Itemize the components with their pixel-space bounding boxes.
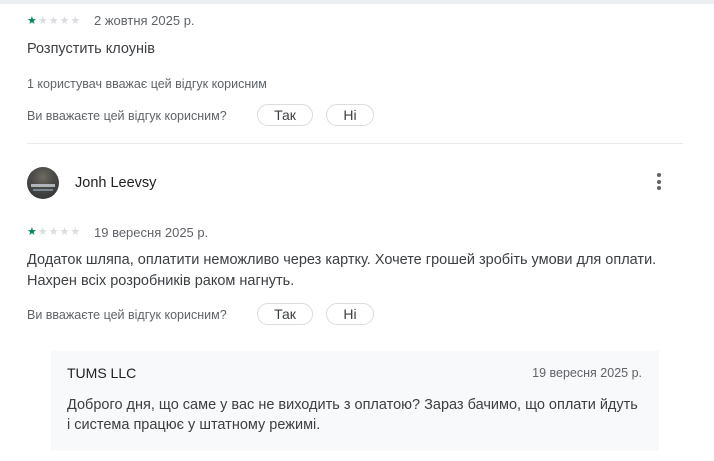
more-vert-icon[interactable] — [650, 173, 668, 193]
star-empty-icon: ★ — [37, 15, 48, 27]
helpful-question: Ви вважаєте цей відгук корисним? — [27, 109, 227, 123]
rating-stars: ★ ★ ★ ★ ★ — [27, 15, 80, 27]
star-empty-icon: ★ — [59, 226, 70, 238]
helpful-no-button[interactable]: Ні — [326, 104, 374, 126]
review-text-line2: Нахрен всіх розробників раком нагнуть. — [27, 273, 295, 289]
star-empty-icon: ★ — [37, 226, 48, 238]
helpful-yes-button[interactable]: Так — [257, 303, 313, 325]
reply-text-line1: Доброго дня, що саме у вас не виходить з… — [67, 397, 638, 413]
star-empty-icon: ★ — [70, 226, 81, 238]
developer-reply: TUMS LLC 19 вересня 2025 р. Доброго дня,… — [51, 351, 659, 451]
star-empty-icon: ★ — [70, 15, 81, 27]
helpful-no-button[interactable]: Ні — [326, 303, 374, 325]
reply-date: 19 вересня 2025 р. — [532, 366, 642, 380]
helpful-count: 1 користувач вважає цей відгук корисним — [27, 77, 267, 91]
star-empty-icon: ★ — [48, 226, 59, 238]
divider — [27, 143, 683, 144]
reply-text: Доброго дня, що саме у вас не виходить з… — [67, 395, 647, 435]
star-filled-icon: ★ — [27, 15, 37, 27]
review-text-line1: Додаток шляпа, оплатити неможливо через … — [27, 252, 657, 268]
top-edge — [0, 0, 714, 4]
review-text: Розпустить клоунів — [27, 41, 155, 57]
star-empty-icon: ★ — [59, 15, 70, 27]
helpful-question: Ви вважаєте цей відгук корисним? — [27, 308, 227, 322]
developer-name: TUMS LLC — [67, 365, 137, 381]
star-empty-icon: ★ — [48, 15, 59, 27]
author-name: Jonh Leevsy — [75, 175, 157, 191]
reply-text-line2: і система працює у штатному режимі. — [67, 417, 321, 433]
rating-stars: ★ ★ ★ ★ ★ — [27, 226, 80, 238]
star-filled-icon: ★ — [27, 226, 37, 238]
review-date: 2 жовтня 2025 р. — [94, 13, 195, 28]
review-date: 19 вересня 2025 р. — [94, 225, 209, 240]
avatar — [27, 167, 59, 199]
helpful-yes-button[interactable]: Так — [257, 104, 313, 126]
